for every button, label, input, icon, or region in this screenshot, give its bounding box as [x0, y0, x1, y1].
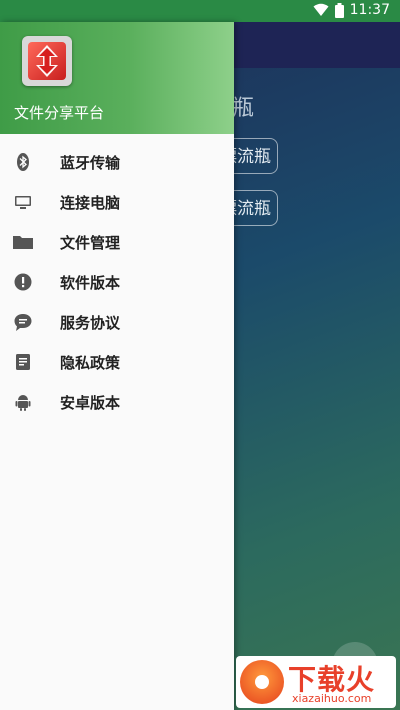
wifi-icon — [313, 3, 329, 16]
download-flame-icon — [240, 660, 284, 704]
menu-item-label: 连接电脑 — [60, 194, 121, 212]
app-logo — [22, 36, 72, 86]
drawer-header: 文件分享平台 — [0, 22, 234, 134]
navigation-drawer: 文件分享平台 蓝牙传输 连接电脑 文件管理 软件版本 服务协议 隐私政策 安卓版… — [0, 22, 234, 710]
chat-bubble-icon — [14, 314, 32, 331]
info-alert-icon — [14, 273, 32, 291]
up-down-arrow-icon — [36, 45, 58, 77]
menu-item-label: 服务协议 — [60, 314, 121, 332]
menu-item-label: 隐私政策 — [60, 354, 121, 372]
document-icon — [16, 354, 30, 370]
menu-item-connect-pc[interactable]: 连接电脑 — [0, 182, 234, 222]
drawer-menu: 蓝牙传输 连接电脑 文件管理 软件版本 服务协议 隐私政策 安卓版本 — [0, 142, 234, 422]
status-bar: 11:37 — [0, 0, 400, 22]
menu-item-software-version[interactable]: 软件版本 — [0, 262, 234, 302]
watermark-logo: 下载火 xiazaihuo.com — [236, 656, 396, 708]
menu-item-label: 文件管理 — [60, 234, 121, 252]
menu-item-privacy-policy[interactable]: 隐私政策 — [0, 342, 234, 382]
bluetooth-icon — [17, 153, 29, 171]
menu-item-label: 蓝牙传输 — [60, 154, 121, 172]
menu-item-android-version[interactable]: 安卓版本 — [0, 382, 234, 422]
menu-item-label: 安卓版本 — [60, 394, 121, 412]
menu-item-service-agreement[interactable]: 服务协议 — [0, 302, 234, 342]
android-icon — [15, 395, 31, 411]
app-name: 文件分享平台 — [14, 104, 105, 122]
battery-icon — [334, 2, 344, 18]
menu-item-file-manager[interactable]: 文件管理 — [0, 222, 234, 262]
folder-icon — [13, 236, 33, 249]
computer-icon — [15, 196, 31, 209]
menu-item-label: 软件版本 — [60, 274, 121, 292]
background-title: 瓶 — [232, 96, 255, 121]
status-time: 11:37 — [349, 2, 390, 18]
watermark-domain: xiazaihuo.com — [292, 692, 372, 705]
menu-item-bluetooth[interactable]: 蓝牙传输 — [0, 142, 234, 182]
